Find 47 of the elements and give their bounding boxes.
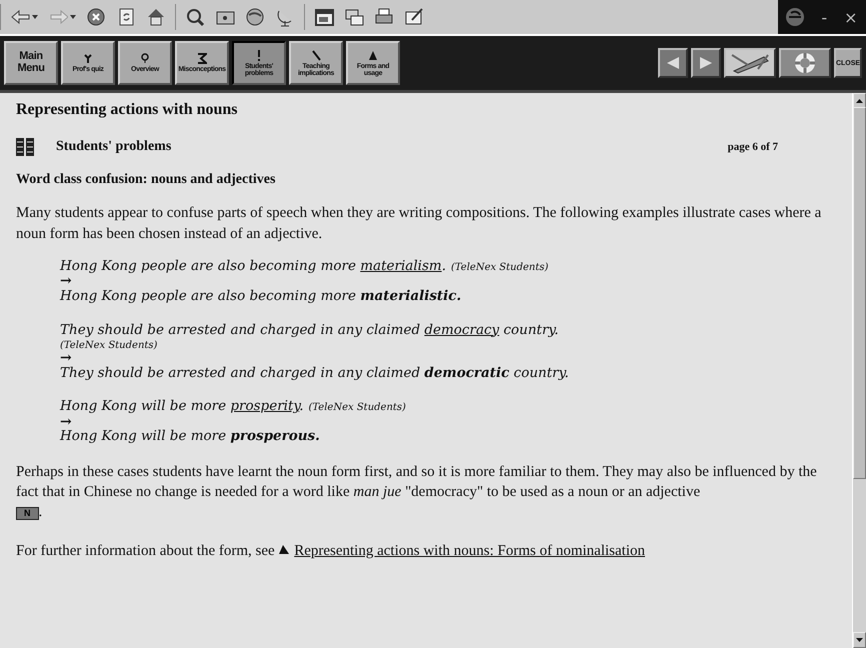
example-sentence: They should be arrested and charged in any claimed democracy country. (60, 322, 559, 340)
forward-arrow-icon (48, 7, 68, 27)
arrow-symbol: → (60, 275, 72, 288)
intro-paragraph: Many students appear to confuse parts of speech when they are writing compositions. The following examples illustrate cases where a noun form has been chosen instead of an adjective. (16, 204, 822, 244)
stop-icon (86, 7, 106, 27)
source-note: (TeleNex Students) (308, 401, 406, 414)
home-icon (146, 7, 166, 27)
topic-heading: Word class confusion: nouns and adjectives (16, 171, 276, 190)
help-button[interactable] (779, 48, 831, 78)
next-button[interactable] (691, 48, 721, 78)
arrow-symbol: → (60, 416, 72, 428)
section-title: Students' problems (56, 138, 172, 156)
sigma-icon (197, 53, 207, 64)
back-arrow-icon (10, 7, 30, 27)
up-arrow-icon (856, 99, 863, 103)
close-window-button[interactable]: × (842, 8, 860, 26)
source-note: (TeleNex Students) (60, 339, 158, 352)
down-arrow-icon (856, 638, 863, 642)
edit-icon (404, 7, 424, 27)
period-text: . (38, 504, 42, 520)
page-title: Representing actions with nouns (16, 100, 239, 120)
corrected-sentence: Hong Kong will be more prosperous. (60, 428, 320, 446)
explanation-paragraph: Perhaps in these cases students have learnt the noun form first, and so it is more familiar to them. They may also be influenced by the fact that in Chinese no change is needed for a word like man jue "democracy" to be used as a noun or an adjective (16, 462, 818, 502)
nominalisation-link[interactable]: Representing actions with nouns: Forms of nominalisation (294, 542, 645, 559)
window-icon (314, 7, 334, 27)
figure-icon (83, 53, 93, 64)
example-sentence: Hong Kong people are also becoming more materialism. (60, 258, 446, 276)
minimize-button[interactable]: - (819, 8, 830, 26)
example-sentence: Hong Kong will be more prosperity. (60, 398, 304, 416)
mail-icon (344, 7, 364, 27)
tools-button[interactable] (724, 48, 776, 78)
arrow-symbol: → (60, 352, 72, 365)
scroll-down-button[interactable] (853, 632, 866, 648)
lifebuoy-icon (793, 51, 817, 75)
noun-badge[interactable]: N (16, 507, 38, 520)
further-info-text: For further information about the form, see (16, 542, 275, 559)
page-number: page 6 of 7 (728, 140, 778, 154)
corrected-sentence: They should be arrested and charged in any claimed democratic country. (60, 364, 569, 382)
browser-logo-icon (784, 6, 806, 28)
source-note: (TeleNex Students) (450, 260, 548, 274)
search-icon (185, 7, 205, 27)
previous-button[interactable] (658, 48, 688, 78)
section-tab[interactable]: Main Menu (4, 41, 58, 85)
section-icon (16, 138, 34, 156)
right-triangle-icon (698, 55, 714, 71)
corrected-sentence: Hong Kong people are also becoming more materialistic. (60, 288, 462, 306)
left-triangle-icon (665, 55, 681, 71)
